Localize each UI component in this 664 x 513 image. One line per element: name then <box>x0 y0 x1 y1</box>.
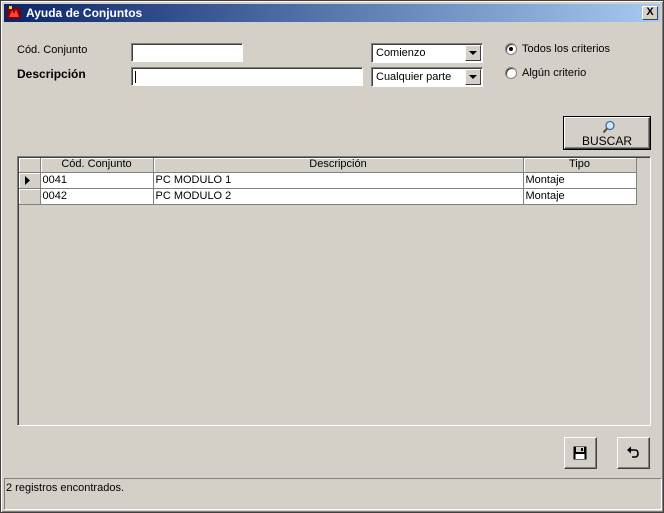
table-row[interactable]: 0041 PC MODULO 1 Montaje <box>19 172 637 189</box>
row-indicator <box>19 188 41 205</box>
title-bar: Ayuda de Conjuntos X <box>4 4 660 22</box>
save-button[interactable] <box>564 437 597 469</box>
undo-arrow-icon <box>627 446 639 458</box>
current-row-indicator <box>19 172 41 189</box>
column-header-description[interactable]: Descripción <box>153 158 524 173</box>
cell-type[interactable]: Montaje <box>523 172 637 189</box>
close-button[interactable]: X <box>642 6 658 20</box>
code-label: Cód. Conjunto <box>17 44 88 56</box>
table-row[interactable]: 0042 PC MODULO 2 Montaje <box>19 188 637 205</box>
description-match-value: Cualquier parte <box>376 71 452 83</box>
status-text: 2 registros encontrados. <box>6 482 125 494</box>
description-match-select[interactable]: Cualquier parte <box>371 67 483 87</box>
help-window: Ayuda de Conjuntos X Cód. Conjunto Comie… <box>0 0 664 513</box>
cell-code[interactable]: 0042 <box>40 188 154 205</box>
description-label: Descripción <box>17 67 86 81</box>
radio-all-criteria-label[interactable]: Todos los criterios <box>522 43 610 55</box>
status-bar: 2 registros encontrados. <box>4 478 662 510</box>
search-button[interactable]: BUSCAR <box>563 116 651 150</box>
cell-code[interactable]: 0041 <box>40 172 154 189</box>
undo-button[interactable] <box>617 437 650 469</box>
radio-selected-dot <box>509 47 513 51</box>
search-button-label: BUSCAR <box>581 134 632 148</box>
code-match-value: Comienzo <box>376 47 426 59</box>
text-caret <box>135 71 136 83</box>
chevron-down-icon[interactable] <box>465 69 481 85</box>
row-pointer-icon <box>25 175 30 185</box>
grid-header-row: Cód. Conjunto Descripción Tipo <box>19 158 637 173</box>
description-input[interactable] <box>131 67 363 86</box>
code-input[interactable] <box>131 43 243 62</box>
chevron-down-icon[interactable] <box>465 45 481 61</box>
cell-type[interactable]: Montaje <box>523 188 637 205</box>
floppy-disk-icon <box>573 446 587 460</box>
cell-description[interactable]: PC MODULO 1 <box>153 172 524 189</box>
code-match-select[interactable]: Comienzo <box>371 43 483 63</box>
column-header-type[interactable]: Tipo <box>523 158 637 173</box>
radio-any-criteria-label[interactable]: Algún criterio <box>522 67 586 79</box>
radio-any-criteria[interactable] <box>505 67 517 79</box>
grid-indicator-header <box>19 158 41 173</box>
column-header-code[interactable]: Cód. Conjunto <box>40 158 154 173</box>
window-title: Ayuda de Conjuntos <box>26 6 143 20</box>
radio-all-criteria[interactable] <box>505 43 517 55</box>
cell-description[interactable]: PC MODULO 2 <box>153 188 524 205</box>
app-icon <box>6 5 22 21</box>
results-grid: Cód. Conjunto Descripción Tipo 0041 PC M… <box>17 156 651 426</box>
close-icon: X <box>646 6 654 18</box>
